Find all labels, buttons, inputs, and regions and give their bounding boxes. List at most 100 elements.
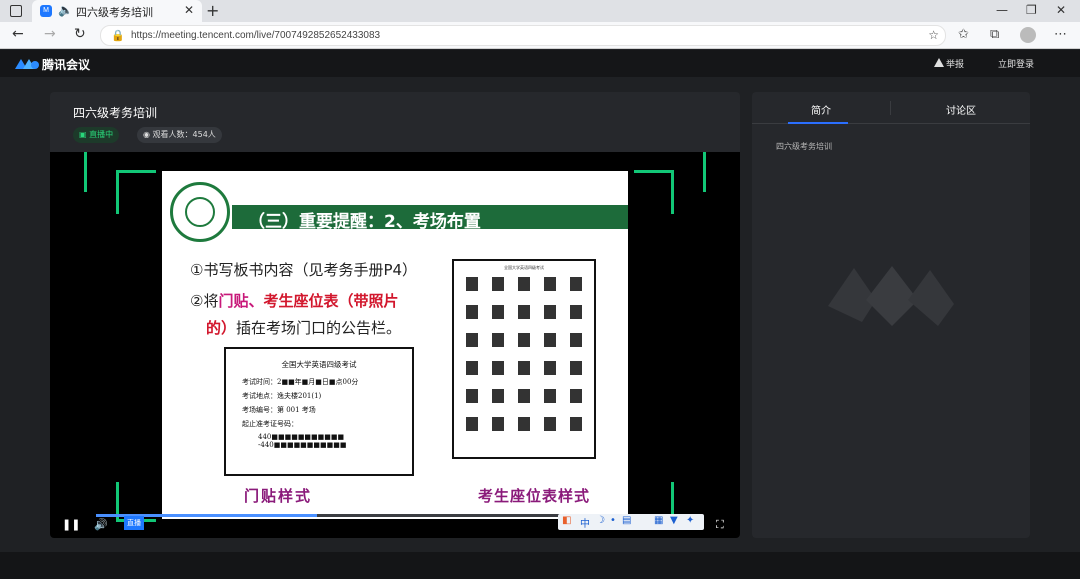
address-bar[interactable]: 🔒 https://meeting.tencent.com/live/70074…: [100, 25, 946, 46]
tencent-meeting-favicon-icon: M: [40, 5, 52, 17]
student-photo: [492, 361, 504, 375]
ime-symbol-icon[interactable]: •: [610, 515, 616, 526]
tencent-meeting-logo-icon[interactable]: [14, 56, 40, 70]
close-window-icon[interactable]: ✕: [1056, 3, 1066, 17]
tab-title: 四六级考务培训: [76, 6, 153, 19]
ime-punct-icon[interactable]: ☽: [596, 515, 605, 526]
student-photo: [492, 389, 504, 403]
student-photo: [544, 277, 556, 291]
student-photo: [544, 333, 556, 347]
slide-highlight-seat: 考生座位表（带照片: [263, 292, 399, 310]
student-photo: [544, 417, 556, 431]
new-tab-icon[interactable]: +: [206, 1, 219, 20]
player-controls: ❚❚ 🔊 直播 ◧ 中 ☽ • ▤ ▦ ▼ ✦ ⛶: [50, 512, 740, 538]
seat-chart-caption: 考生座位表样式: [478, 487, 591, 505]
student-photo: [466, 417, 478, 431]
slide-text: 插在考场门口的公告栏。: [236, 319, 402, 337]
refresh-icon[interactable]: ↻: [74, 26, 86, 42]
forward-icon[interactable]: →: [44, 26, 56, 42]
ime-skin-icon[interactable]: ▼: [670, 515, 678, 526]
student-photo: [466, 361, 478, 375]
notice-room: 考场编号：第 001 考场: [242, 406, 316, 414]
sidebar: 简介 讨论区 四六级考务培训: [752, 92, 1030, 538]
slide-point-1: ①书写板书内容（见考务手册P4）: [190, 261, 418, 279]
frame-bracket: [672, 152, 706, 192]
sidebar-tabs: 简介 讨论区: [752, 92, 1030, 124]
frame-bracket: [84, 152, 118, 192]
slide-highlight-door: 门贴: [218, 292, 249, 310]
active-tab-indicator: [788, 122, 848, 124]
student-photo: [518, 417, 530, 431]
slide-point-2-cont: 的）插在考场门口的公告栏。: [206, 317, 401, 338]
student-photo: [570, 417, 582, 431]
slide-heading: （三）重要提醒：2、考场布置: [248, 212, 481, 232]
volume-icon[interactable]: 🔊: [94, 518, 108, 531]
minimize-icon[interactable]: —: [996, 3, 1008, 17]
more-menu-icon[interactable]: ⋯: [1054, 27, 1067, 42]
collections-icon[interactable]: ⧉: [990, 27, 999, 42]
restore-icon[interactable]: ❐: [1026, 3, 1037, 17]
tab-intro[interactable]: 简介: [811, 102, 831, 117]
student-photo: [492, 277, 504, 291]
live-status-text: 直播中: [89, 130, 114, 139]
ime-logo-icon[interactable]: ◧: [562, 515, 571, 526]
live-panel: 四六级考务培训 ▣ 直播中 ◉ 观看人数：454人 （三）重要提醒：2、考场布置…: [50, 92, 740, 538]
viewer-count-text: 观看人数：454人: [152, 130, 216, 139]
student-photo: [466, 389, 478, 403]
seat-chart-sample: 全国大学英语四级考试: [452, 259, 596, 459]
student-photo: [466, 333, 478, 347]
favorites-icon[interactable]: ✩: [958, 27, 969, 42]
pause-icon[interactable]: ❚❚: [62, 518, 80, 531]
seat-chart-title: 全国大学英语四级考试: [504, 265, 544, 270]
input-method-toolbar[interactable]: ◧ 中 ☽ • ▤ ▦ ▼ ✦: [558, 514, 704, 530]
ime-keyboard-icon[interactable]: ▤: [622, 515, 631, 526]
student-photo: [570, 361, 582, 375]
fullscreen-icon[interactable]: ⛶: [716, 518, 724, 532]
camera-icon: ▣: [79, 130, 90, 139]
back-icon[interactable]: ←: [12, 26, 24, 42]
student-photo: [518, 305, 530, 319]
brand-name[interactable]: 腾讯会议: [42, 56, 90, 73]
student-photo: [492, 417, 504, 431]
login-link[interactable]: 立即登录: [998, 57, 1034, 70]
live-status-badge: ▣ 直播中: [73, 127, 120, 143]
student-photo: [544, 389, 556, 403]
url-text[interactable]: https://meeting.tencent.com/live/7007492…: [131, 30, 380, 41]
student-photo: [518, 277, 530, 291]
tab-actions-icon[interactable]: [10, 5, 22, 17]
ime-tool-icon[interactable]: ▦: [654, 515, 663, 526]
student-photo: [466, 277, 478, 291]
student-photo: [466, 305, 478, 319]
profile-avatar[interactable]: [1020, 27, 1036, 43]
lock-icon[interactable]: 🔒: [111, 29, 125, 42]
tab-divider: [890, 101, 891, 115]
ime-language-icon[interactable]: 中: [580, 515, 590, 530]
close-tab-icon[interactable]: ✕: [184, 3, 194, 17]
browser-tabstrip: M 🔈 四六级考务培训 ✕ + — ❐ ✕: [0, 0, 1080, 22]
speaker-icon[interactable]: 🔈: [58, 3, 73, 17]
university-seal-logo: [170, 182, 230, 242]
student-photo: [518, 389, 530, 403]
notice-range-value: 440■■■■■■■■■■■ -440■■■■■■■■■■■: [258, 433, 347, 449]
progress-bar[interactable]: [96, 514, 576, 517]
frame-bracket: [116, 170, 156, 214]
favorite-star-icon[interactable]: ☆: [928, 28, 939, 42]
ime-settings-icon[interactable]: ✦: [686, 515, 694, 526]
video-player[interactable]: （三）重要提醒：2、考场布置 ①书写板书内容（见考务手册P4） ②将门贴、考生座…: [50, 152, 740, 538]
student-photo: [570, 333, 582, 347]
frame-bracket: [634, 170, 674, 214]
browser-toolbar: ← → ↻ 🔒 https://meeting.tencent.com/live…: [0, 22, 1080, 49]
student-photo: [492, 305, 504, 319]
browser-tab[interactable]: M 🔈 四六级考务培训 ✕: [32, 0, 202, 22]
live-indicator[interactable]: 直播: [124, 516, 144, 530]
notice-place: 考试地点：逸夫楼201(1): [242, 392, 322, 400]
live-title: 四六级考务培训: [73, 106, 158, 120]
tab-discussion[interactable]: 讨论区: [946, 102, 976, 117]
student-photo: [544, 305, 556, 319]
warning-icon[interactable]: [934, 58, 944, 68]
door-notice-caption: 门贴样式: [244, 487, 313, 505]
tencent-meeting-watermark-icon: [828, 266, 954, 326]
report-link[interactable]: 举报: [946, 57, 964, 70]
slide-text: ②将: [190, 292, 219, 310]
viewer-count-badge: ◉ 观看人数：454人: [137, 127, 222, 143]
